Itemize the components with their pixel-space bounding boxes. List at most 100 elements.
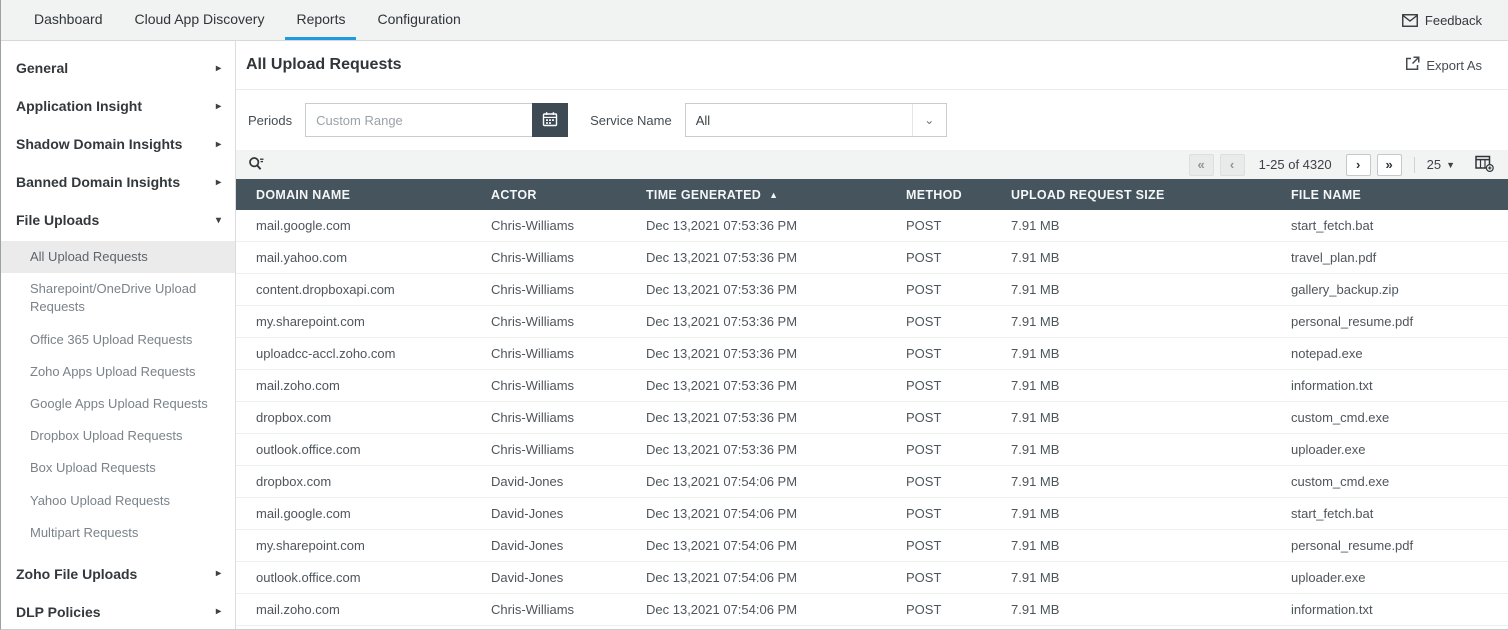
table-row[interactable]: dropbox.comDavid-JonesDec 13,2021 07:54:… (236, 466, 1508, 498)
table-row[interactable]: mail.yahoo.comChris-WilliamsDec 13,2021 … (236, 242, 1508, 274)
report-header: All Upload Requests Export As (236, 41, 1508, 90)
service-name-select[interactable]: All ⌄ (685, 103, 947, 137)
periods-label: Periods (248, 113, 292, 128)
export-as-label: Export As (1426, 58, 1482, 73)
column-header-time-generated[interactable]: TIME GENERATED▲ (626, 188, 886, 202)
table-cell: Chris-Williams (471, 282, 626, 297)
sidebar-item-office-365-upload-requests[interactable]: Office 365 Upload Requests (1, 324, 235, 356)
table-cell: 7.91 MB (991, 442, 1271, 457)
table-row[interactable]: dropbox.comChris-WilliamsDec 13,2021 07:… (236, 402, 1508, 434)
sidebar-item-zoho-apps-upload-requests[interactable]: Zoho Apps Upload Requests (1, 356, 235, 388)
table-row[interactable]: my.sharepoint.comChris-WilliamsDec 13,20… (236, 306, 1508, 338)
sidebar-item-label: File Uploads (16, 212, 99, 228)
table-cell: Dec 13,2021 07:54:06 PM (626, 538, 886, 553)
page-size-value: 25 (1427, 157, 1441, 172)
sidebar-item-zoho-file-uploads[interactable]: Zoho File Uploads▸ (1, 555, 235, 593)
table-row[interactable]: content.dropboxapi.comChris-WilliamsDec … (236, 274, 1508, 306)
sidebar-item-yahoo-upload-requests[interactable]: Yahoo Upload Requests (1, 485, 235, 517)
table-cell: my.sharepoint.com (236, 314, 471, 329)
table-cell: POST (886, 346, 991, 361)
next-page-button[interactable]: › (1346, 154, 1371, 176)
periods-input[interactable] (305, 103, 532, 137)
table-cell: mail.yahoo.com (236, 250, 471, 265)
sidebar-item-google-apps-upload-requests[interactable]: Google Apps Upload Requests (1, 388, 235, 420)
table-row[interactable]: mail.google.comDavid-JonesDec 13,2021 07… (236, 498, 1508, 530)
table-cell: Chris-Williams (471, 410, 626, 425)
search-button[interactable] (248, 156, 265, 174)
table-cell: 7.91 MB (991, 570, 1271, 585)
sidebar-item-banned-domain-insights[interactable]: Banned Domain Insights▸ (1, 163, 235, 201)
column-chooser-button[interactable] (1475, 155, 1494, 175)
table-cell: Dec 13,2021 07:53:36 PM (626, 282, 886, 297)
sidebar-subnav: All Upload RequestsSharepoint/OneDrive U… (1, 239, 235, 555)
sidebar-item-all-upload-requests[interactable]: All Upload Requests (1, 241, 235, 273)
table-cell: Chris-Williams (471, 314, 626, 329)
export-as-button[interactable]: Export As (1405, 56, 1482, 74)
table-cell: POST (886, 474, 991, 489)
table-cell: Chris-Williams (471, 218, 626, 233)
sidebar-item-multipart-requests[interactable]: Multipart Requests (1, 517, 235, 549)
table-cell: POST (886, 506, 991, 521)
calendar-button[interactable] (532, 103, 568, 137)
table-cell: information.txt (1271, 378, 1508, 393)
tab-dashboard[interactable]: Dashboard (23, 0, 114, 40)
table-cell: uploadcc-accl.zoho.com (236, 346, 471, 361)
table-cell: POST (886, 570, 991, 585)
column-header-file-name[interactable]: FILE NAME (1271, 188, 1508, 202)
top-navigation: DashboardCloud App DiscoveryReportsConfi… (1, 0, 1508, 41)
table-cell: information.txt (1271, 602, 1508, 617)
table-cell: 7.91 MB (991, 474, 1271, 489)
table-row[interactable]: uploadcc-accl.zoho.comChris-WilliamsDec … (236, 338, 1508, 370)
table-cell: Dec 13,2021 07:53:36 PM (626, 346, 886, 361)
pagination-range: 1-25 of 4320 (1259, 157, 1332, 172)
filter-bar: Periods Service Name All ⌄ (236, 90, 1508, 150)
table-cell: my.sharepoint.com (236, 538, 471, 553)
tab-configuration[interactable]: Configuration (366, 0, 471, 40)
sidebar-item-sharepoint-onedrive-upload-requests[interactable]: Sharepoint/OneDrive Upload Requests (1, 273, 235, 323)
column-header-method[interactable]: METHOD (886, 188, 991, 202)
table-row[interactable]: mail.zoho.comChris-WilliamsDec 13,2021 0… (236, 594, 1508, 626)
grid-toolbar: « ‹ 1-25 of 4320 › » 25 ▼ (236, 150, 1508, 179)
chevron-down-icon: ⌄ (912, 104, 946, 136)
table-body: mail.google.comChris-WilliamsDec 13,2021… (236, 210, 1508, 629)
sidebar-item-box-upload-requests[interactable]: Box Upload Requests (1, 452, 235, 484)
table-cell: mail.google.com (236, 506, 471, 521)
table-row[interactable]: outlook.office.comDavid-JonesDec 13,2021… (236, 562, 1508, 594)
sidebar-item-label: DLP Policies (16, 604, 101, 620)
sidebar-item-dlp-policies[interactable]: DLP Policies ▸ (1, 593, 235, 629)
table-cell: David-Jones (471, 474, 626, 489)
table-cell: custom_cmd.exe (1271, 410, 1508, 425)
table-cell: 7.91 MB (991, 250, 1271, 265)
sidebar-item-shadow-domain-insights[interactable]: Shadow Domain Insights▸ (1, 125, 235, 163)
tab-cloud-app-discovery[interactable]: Cloud App Discovery (124, 0, 276, 40)
sidebar-item-application-insight[interactable]: Application Insight▸ (1, 87, 235, 125)
table-cell: POST (886, 442, 991, 457)
table-cell: Dec 13,2021 07:53:36 PM (626, 218, 886, 233)
first-page-button[interactable]: « (1189, 154, 1214, 176)
table-row[interactable]: my.sharepoint.comDavid-JonesDec 13,2021 … (236, 530, 1508, 562)
column-add-icon (1475, 155, 1494, 175)
page-title: All Upload Requests (246, 56, 402, 74)
table-row[interactable]: mail.zoho.comChris-WilliamsDec 13,2021 0… (236, 370, 1508, 402)
tab-reports[interactable]: Reports (285, 0, 356, 40)
column-header-upload-request-size[interactable]: UPLOAD REQUEST SIZE (991, 188, 1271, 202)
feedback-button[interactable]: Feedback (1402, 0, 1508, 40)
column-header-domain-name[interactable]: DOMAIN NAME (236, 188, 471, 202)
table-row[interactable]: mail.google.comChris-WilliamsDec 13,2021… (236, 210, 1508, 242)
column-header-actor[interactable]: ACTOR (471, 188, 626, 202)
export-icon (1405, 56, 1420, 74)
reports-sidebar: General▸Application Insight▸Shadow Domai… (1, 41, 236, 629)
sidebar-item-file-uploads[interactable]: File Uploads▾ (1, 201, 235, 239)
pagination: « ‹ 1-25 of 4320 › » 25 ▼ (1189, 154, 1498, 176)
table-cell: POST (886, 538, 991, 553)
sidebar-item-general[interactable]: General▸ (1, 49, 235, 87)
search-icon (248, 156, 265, 174)
table-cell: Dec 13,2021 07:54:06 PM (626, 506, 886, 521)
chevron-right-icon: ▸ (216, 606, 221, 617)
table-cell: David-Jones (471, 538, 626, 553)
last-page-button[interactable]: » (1377, 154, 1402, 176)
previous-page-button[interactable]: ‹ (1220, 154, 1245, 176)
table-row[interactable]: outlook.office.comChris-WilliamsDec 13,2… (236, 434, 1508, 466)
page-size-dropdown[interactable]: 25 ▼ (1427, 157, 1455, 172)
sidebar-item-dropbox-upload-requests[interactable]: Dropbox Upload Requests (1, 420, 235, 452)
